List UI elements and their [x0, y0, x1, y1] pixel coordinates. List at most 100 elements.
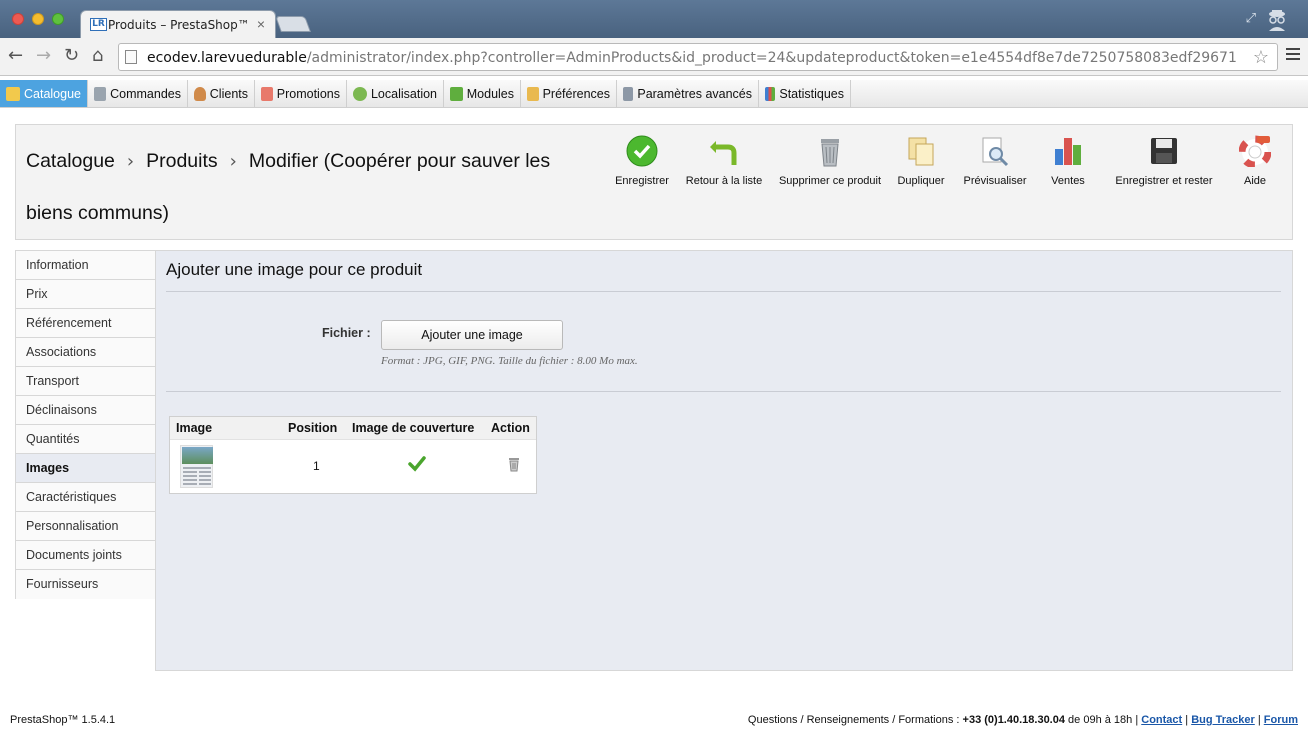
tab-prix[interactable]: Prix [16, 280, 155, 309]
menu-item-label: Modules [466, 86, 514, 101]
incognito-icon [1269, 10, 1285, 31]
page-header: Catalogue › Produits › Modifier (Coopérer po… [15, 124, 1293, 240]
tab-close-icon[interactable]: × [257, 16, 265, 32]
footer-link-forum[interactable]: Forum [1264, 714, 1298, 726]
fullscreen-icon[interactable]: ⤢ [1246, 10, 1256, 26]
breadcrumb-produits[interactable]: Produits [146, 150, 218, 172]
delete-image-icon[interactable] [508, 457, 520, 472]
menu-item-label: Catalogue [24, 86, 81, 101]
lifebuoy-icon [1238, 135, 1272, 169]
menu-item-label: Commandes [110, 86, 181, 101]
images-panel: Ajouter une image pour ce produit Fichie… [155, 250, 1293, 671]
wrench-icon [623, 86, 634, 101]
browser-titlebar: LR Produits – PrestaShop™ × ⤢ [0, 0, 1308, 38]
reload-icon[interactable]: ↻ [64, 45, 79, 66]
menu-item-modules[interactable]: Modules [444, 80, 521, 107]
tab-personnalisation[interactable]: Personnalisation [16, 512, 155, 541]
trash-icon [821, 139, 839, 167]
breadcrumb-catalogue[interactable]: Catalogue [26, 150, 115, 172]
tab-quantites[interactable]: Quantités [16, 425, 155, 454]
preferences-icon [527, 86, 539, 101]
duplicate-button[interactable]: Dupliquer [894, 135, 948, 187]
menu-item-commandes[interactable]: Commandes [88, 80, 188, 107]
minimize-window-button[interactable] [32, 13, 44, 25]
product-tabs: Information Prix Référencement Associati… [15, 250, 156, 599]
menu-item-label: Paramètres avancés [637, 86, 752, 101]
column-header-action: Action [491, 421, 530, 435]
footer-link-contact[interactable]: Contact [1141, 714, 1182, 726]
back-arrow-icon[interactable]: ← [8, 45, 23, 66]
footer-link-bugtracker[interactable]: Bug Tracker [1191, 714, 1255, 726]
breadcrumb-current-continued: biens communs) [26, 202, 170, 224]
chevron-right-icon: › [126, 151, 135, 172]
zoom-window-button[interactable] [52, 13, 64, 25]
help-button[interactable]: Aide [1236, 135, 1274, 187]
return-arrow-icon [710, 141, 737, 165]
menu-item-label: Localisation [370, 86, 437, 101]
tab-referencement[interactable]: Référencement [16, 309, 155, 338]
help-label: Aide [1243, 175, 1267, 187]
file-label: Fichier : [322, 326, 371, 340]
menu-item-label: Clients [209, 86, 248, 101]
tab-caracteristiques[interactable]: Caractéristiques [16, 483, 155, 512]
breadcrumb-current: Modifier (Coopérer pour sauver les [248, 150, 551, 172]
tab-transport[interactable]: Transport [16, 367, 155, 396]
footer-contact-text: Questions / Renseignements / Formations … [747, 714, 963, 726]
footer-contact: Questions / Renseignements / Formations … [747, 714, 1298, 726]
tab-associations[interactable]: Associations [16, 338, 155, 367]
menu-item-promotions[interactable]: Promotions [255, 80, 347, 107]
menu-item-label: Statistiques [779, 86, 844, 101]
add-image-button[interactable]: Ajouter une image [381, 320, 563, 350]
table-row: 1 [170, 440, 536, 494]
promo-icon [261, 86, 273, 101]
duplicate-label: Dupliquer [897, 175, 945, 187]
new-tab-button[interactable] [275, 16, 311, 32]
browser-tab[interactable]: LR Produits – PrestaShop™ × [80, 10, 276, 38]
menu-item-clients[interactable]: Clients [188, 80, 255, 107]
save-and-stay-label: Enregistrer et rester [1115, 175, 1213, 187]
page-icon [125, 50, 137, 64]
panel-title: Ajouter une image pour ce produit [166, 260, 423, 279]
delete-label: Supprimer ce produit [778, 175, 882, 187]
tab-documents-joints[interactable]: Documents joints [16, 541, 155, 570]
tab-information[interactable]: Information [16, 251, 155, 280]
url-path: /administrator/index.php?controller=Admi… [306, 50, 1237, 66]
save-and-stay-button[interactable]: Enregistrer et rester [1110, 135, 1218, 187]
menu-item-preferences[interactable]: Préférences [521, 80, 617, 107]
sales-button[interactable]: Ventes [1046, 135, 1090, 187]
magnifier-icon [982, 137, 1009, 167]
menu-item-localisation[interactable]: Localisation [347, 80, 444, 107]
preview-label: Prévisualiser [963, 175, 1027, 187]
column-header-position: Position [288, 421, 338, 435]
back-to-list-button[interactable]: Retour à la liste [684, 135, 764, 187]
column-header-image: Image [176, 421, 213, 435]
sales-label: Ventes [1051, 175, 1085, 187]
image-position: 1 [313, 459, 320, 473]
preview-button[interactable]: Prévisualiser [958, 135, 1032, 187]
close-window-button[interactable] [12, 13, 24, 25]
browser-menu-icon[interactable] [1286, 48, 1300, 62]
home-icon[interactable]: ⌂ [92, 45, 103, 66]
menu-item-catalogue[interactable]: Catalogue [0, 80, 88, 107]
chevron-right-icon: › [229, 151, 237, 172]
forward-arrow-icon[interactable]: → [36, 45, 51, 66]
favicon-icon: LR [90, 18, 107, 31]
tab-title: Produits – PrestaShop™ [108, 18, 250, 32]
globe-icon [353, 86, 367, 101]
menu-item-statistiques[interactable]: Statistiques [759, 80, 851, 107]
menu-item-parametres-avances[interactable]: Paramètres avancés [617, 80, 759, 107]
tab-fournisseurs[interactable]: Fournisseurs [16, 570, 155, 599]
tab-images[interactable]: Images [16, 454, 155, 483]
product-image-thumbnail[interactable] [180, 445, 213, 488]
tab-declinaisons[interactable]: Déclinaisons [16, 396, 155, 425]
footer-phone: +33 (0)1.40.18.30.04 [962, 714, 1065, 726]
save-button[interactable]: Enregistrer [614, 135, 670, 187]
delete-product-button[interactable]: Supprimer ce produit [776, 135, 884, 187]
url-text: ecodev.larevuedurable/administrator/inde… [147, 50, 1237, 66]
footer-version: PrestaShop™ 1.5.4.1 [10, 714, 116, 726]
duplicate-icon [908, 137, 934, 166]
address-bar[interactable]: ecodev.larevuedurable/administrator/inde… [118, 43, 1278, 71]
cover-check-icon[interactable] [408, 456, 426, 472]
bookmark-star-icon[interactable]: ☆ [1253, 47, 1269, 68]
puzzle-icon [450, 86, 463, 101]
